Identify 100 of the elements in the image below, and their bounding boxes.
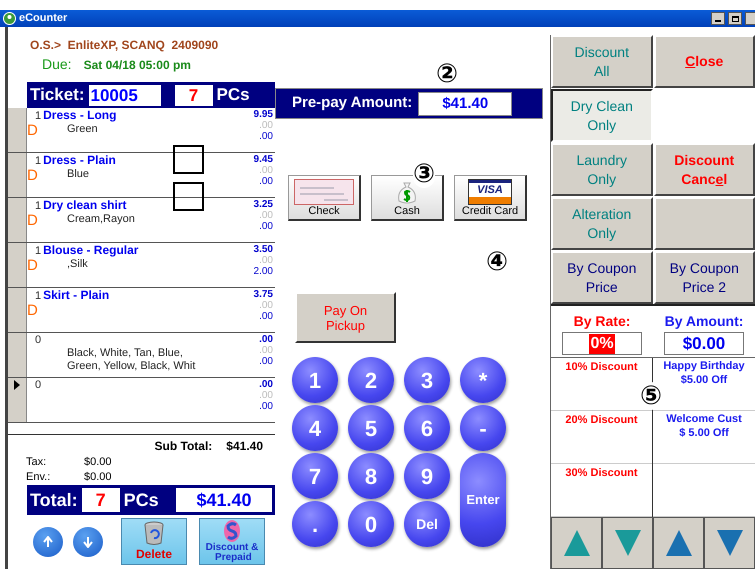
delete-button[interactable]: Delete [121, 518, 187, 565]
item-description: Blue [67, 168, 90, 181]
item-price: 9.45 [254, 154, 273, 165]
keypad-key[interactable]: . [292, 501, 338, 547]
total-amount: $41.40 [176, 488, 272, 512]
discount-prepaid-button[interactable]: Discount & Prepaid [199, 518, 265, 565]
minimize-button[interactable] [711, 12, 725, 25]
item-amount: .00 [259, 356, 273, 367]
tax-value: $0.00 [84, 455, 112, 470]
keypad-key[interactable]: - [460, 405, 506, 451]
item-name: Dress - Long [43, 108, 116, 122]
keypad-key[interactable]: 0 [348, 501, 394, 547]
blank-button[interactable] [654, 197, 755, 250]
order-info: O.S.> EnliteXP, SCANQ 2409090 [30, 37, 218, 54]
item-name: Dry clean shirt [43, 198, 126, 212]
annotation-number: ③ [413, 160, 436, 188]
prepay-amount: $41.40 [418, 92, 512, 116]
discount-option-button[interactable]: Dry Clean Only [551, 89, 652, 142]
rate-discount-item[interactable]: 20% Discount [565, 412, 638, 429]
amount-discount-item[interactable]: Happy Birthday $5.00 Off [663, 359, 745, 388]
discount-option-button[interactable]: By Coupon Price [551, 251, 652, 304]
item-amount: 2.00 [254, 266, 273, 277]
total-pieces: 7 [82, 488, 120, 512]
item-description: Black, White, Tan, Blue, Green, Yellow, Black, Whit [67, 347, 196, 373]
discount-option-button[interactable]: Discount All [551, 35, 652, 88]
maximize-button[interactable] [728, 12, 742, 25]
keypad-key[interactable]: 8 [348, 453, 394, 499]
scroll-down-button[interactable] [704, 517, 755, 569]
prepay-label: Pre-pay Amount: [292, 93, 412, 114]
keypad-key[interactable]: 1 [292, 357, 338, 403]
scroll-up-button[interactable] [33, 526, 63, 556]
item-quantity: 1 [35, 244, 42, 258]
keypad-key[interactable]: 7 [292, 453, 338, 499]
payment-method-button[interactable]: Check [288, 175, 361, 221]
pieces-count: 7 [174, 84, 212, 106]
keypad-key[interactable]: 2 [348, 357, 394, 403]
item-amount: .00 [259, 131, 273, 142]
discount-option-button[interactable]: By Coupon Price 2 [654, 251, 755, 304]
item-status: D [27, 302, 38, 320]
item-price: 3.75 [254, 289, 273, 300]
rate-discount-item[interactable]: 30% Discount [565, 465, 638, 482]
scroll-up-button[interactable] [551, 517, 602, 569]
dollar-icon [221, 519, 243, 543]
item-amount: .00 [259, 221, 273, 232]
subtotal-label: Sub Total: [154, 438, 212, 455]
item-price: .00 [259, 334, 273, 345]
scroll-down-button[interactable] [73, 526, 103, 556]
item-amount: .00 [259, 120, 273, 131]
item-amount: .00 [259, 255, 273, 266]
close-button[interactable] [745, 12, 755, 25]
item-amount: .00 [259, 345, 273, 356]
triangle-down-icon [714, 528, 744, 558]
item-description: ,Silk [67, 258, 88, 271]
enter-key[interactable]: Enter [460, 453, 506, 547]
item-status: D [27, 212, 38, 230]
triangle-up-icon [664, 528, 694, 558]
item-description: Cream,Rayon [67, 213, 135, 226]
arrow-up-icon [43, 536, 53, 548]
keypad-key[interactable]: 9 [404, 453, 450, 499]
annotation-number: ⑤ [640, 382, 662, 410]
amount-field[interactable]: $0.00 [664, 332, 744, 355]
discount-option-button[interactable]: Alteration Only [551, 197, 652, 250]
scroll-up-button[interactable] [653, 517, 704, 569]
rate-discount-item[interactable]: 10% Discount [565, 359, 638, 376]
item-amount: .00 [259, 401, 273, 412]
row-header[interactable] [8, 378, 27, 422]
item-amount: .00 [259, 210, 273, 221]
item-quantity: 1 [35, 199, 42, 213]
window-title: eCounter [19, 11, 68, 26]
keypad-key[interactable]: 5 [348, 405, 394, 451]
item-price: 3.50 [254, 244, 273, 255]
item-status: D [27, 257, 38, 275]
item-amount: .00 [259, 176, 273, 187]
discount-option-button[interactable]: Laundry Only [551, 143, 652, 196]
scroll-down-button[interactable] [602, 517, 653, 569]
keypad-key[interactable]: Del [404, 501, 450, 547]
item-price: 3.25 [254, 199, 273, 210]
item-quantity: 1 [35, 154, 42, 168]
keypad-key[interactable]: 3 [404, 357, 450, 403]
item-amount: .00 [259, 300, 273, 311]
item-amount: .00 [259, 165, 273, 176]
ticket-number: 10005 [88, 84, 160, 106]
item-status: D [27, 167, 38, 185]
keypad-key[interactable]: 6 [404, 405, 450, 451]
pay-on-pickup-button[interactable]: Pay On Pickup [295, 292, 396, 343]
keypad-key[interactable]: 4 [292, 405, 338, 451]
annotation-square [173, 145, 204, 174]
item-amount: .00 [259, 390, 273, 401]
trash-can-icon [143, 521, 165, 545]
env-value: $0.00 [84, 470, 112, 485]
total-pieces-label: PCs [124, 488, 159, 512]
item-name: Dress - Plain [43, 153, 116, 167]
item-quantity: 1 [35, 109, 42, 123]
discount-option-button[interactable]: Discount Cancel [654, 143, 755, 196]
amount-discount-item[interactable]: Welcome Cust $ 5.00 Off [666, 412, 742, 440]
item-quantity: 0 [35, 378, 42, 392]
payment-method-button[interactable]: VISA Credit Card [454, 175, 527, 221]
rate-field[interactable]: 0% [562, 332, 642, 355]
keypad-key[interactable]: * [460, 357, 506, 403]
discount-option-button[interactable]: Close [654, 35, 755, 88]
